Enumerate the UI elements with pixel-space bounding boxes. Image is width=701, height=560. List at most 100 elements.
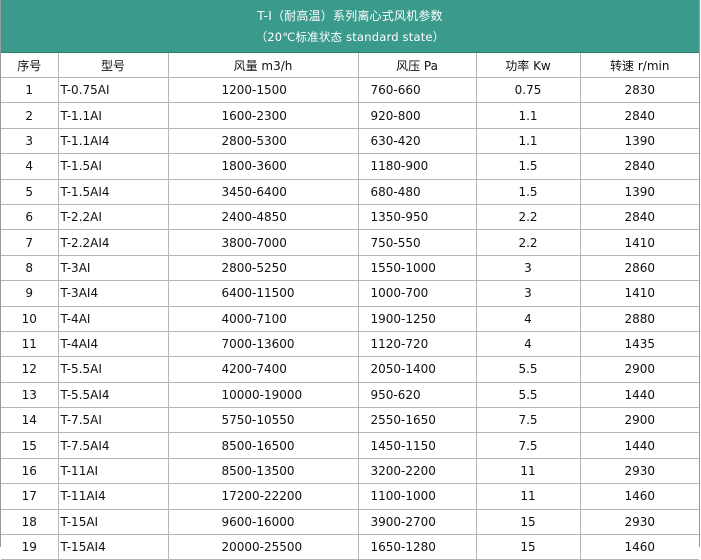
table-row: 4 T-1.5AI 1800-3600 1180-900 1.5 2840 <box>1 153 699 180</box>
cell-pressure: 750-550 <box>357 229 477 256</box>
table-row: 3 T-1.1AI4 2800-5300 630-420 1.1 1390 <box>1 127 699 155</box>
column-header-pressure: 风压 Pa <box>357 53 477 78</box>
cell-index: 3 <box>1 127 59 155</box>
cell-model: T-4AI <box>57 305 169 332</box>
cell-airflow: 8500-16500 <box>167 432 359 459</box>
cell-speed: 2840 <box>579 203 699 231</box>
table-row: 15 T-7.5AI4 8500-16500 1450-1150 7.5 1440 <box>1 432 699 459</box>
cell-airflow: 4000-7100 <box>167 305 359 332</box>
cell-index: 8 <box>1 254 59 282</box>
cell-index: 15 <box>1 432 59 459</box>
table-row: 1 T-0.75AI 1200-1500 760-660 0.75 2830 <box>1 76 699 104</box>
cell-model: T-0.75AI <box>57 76 169 104</box>
column-header-speed: 转速 r/min <box>579 53 699 78</box>
cell-power: 1.1 <box>475 102 581 129</box>
cell-airflow: 4200-7400 <box>167 356 359 383</box>
fan-parameter-sheet: T-I（耐高温）系列离心式风机参数 （20℃标准状态 standard stat… <box>0 0 700 560</box>
cell-index: 16 <box>1 457 59 485</box>
cell-model: T-1.5AI4 <box>57 178 169 205</box>
cell-airflow: 7000-13600 <box>167 330 359 358</box>
sheet-title: T-I（耐高温）系列离心式风机参数 <box>257 9 443 23</box>
cell-speed: 1440 <box>579 381 699 409</box>
cell-speed: 1440 <box>579 432 699 459</box>
cell-model: T-2.2AI <box>57 203 169 231</box>
cell-speed: 2900 <box>579 407 699 434</box>
cell-pressure: 1000-700 <box>357 280 477 307</box>
cell-index: 5 <box>1 178 59 205</box>
cell-speed: 2900 <box>579 356 699 383</box>
cell-power: 2.2 <box>475 229 581 256</box>
table-row: 16 T-11AI 8500-13500 3200-2200 11 2930 <box>1 457 699 485</box>
sheet-subtitle: （20℃标准状态 standard state） <box>255 30 445 44</box>
cell-speed: 1410 <box>579 229 699 256</box>
cell-model: T-15AI <box>57 508 169 536</box>
cell-index: 12 <box>1 356 59 383</box>
cell-model: T-1.5AI <box>57 153 169 180</box>
cell-power: 3 <box>475 280 581 307</box>
cell-pressure: 630-420 <box>357 127 477 155</box>
cell-speed: 2840 <box>579 102 699 129</box>
cell-airflow: 8500-13500 <box>167 457 359 485</box>
cell-airflow: 1200-1500 <box>167 76 359 104</box>
table-row: 5 T-1.5AI4 3450-6400 680-480 1.5 1390 <box>1 178 699 205</box>
cell-model: T-3AI <box>57 254 169 282</box>
table-row: 14 T-7.5AI 5750-10550 2550-1650 7.5 2900 <box>1 407 699 434</box>
cell-index: 19 <box>1 534 59 560</box>
cell-power: 0.75 <box>475 76 581 104</box>
cell-model: T-2.2AI4 <box>57 229 169 256</box>
cell-pressure: 3200-2200 <box>357 457 477 485</box>
cell-airflow: 1600-2300 <box>167 102 359 129</box>
cell-index: 7 <box>1 229 59 256</box>
cell-pressure: 680-480 <box>357 178 477 205</box>
table-row: 17 T-11AI4 17200-22200 1100-1000 11 1460 <box>1 483 699 510</box>
cell-power: 3 <box>475 254 581 282</box>
cell-speed: 2930 <box>579 508 699 536</box>
cell-speed: 1435 <box>579 330 699 358</box>
cell-pressure: 1550-1000 <box>357 254 477 282</box>
cell-index: 14 <box>1 407 59 434</box>
cell-airflow: 1800-3600 <box>167 153 359 180</box>
cell-airflow: 9600-16000 <box>167 508 359 536</box>
cell-power: 7.5 <box>475 432 581 459</box>
cell-power: 11 <box>475 457 581 485</box>
cell-power: 5.5 <box>475 381 581 409</box>
table-row: 6 T-2.2AI 2400-4850 1350-950 2.2 2840 <box>1 203 699 231</box>
cell-pressure: 3900-2700 <box>357 508 477 536</box>
column-header-index: 序号 <box>1 53 59 78</box>
cell-index: 13 <box>1 381 59 409</box>
cell-index: 2 <box>1 102 59 129</box>
cell-pressure: 1180-900 <box>357 153 477 180</box>
cell-power: 7.5 <box>475 407 581 434</box>
cell-airflow: 6400-11500 <box>167 280 359 307</box>
cell-model: T-7.5AI4 <box>57 432 169 459</box>
title-band: T-I（耐高温）系列离心式风机参数 （20℃标准状态 standard stat… <box>1 0 699 53</box>
cell-pressure: 1450-1150 <box>357 432 477 459</box>
cell-model: T-1.1AI <box>57 102 169 129</box>
cell-index: 18 <box>1 508 59 536</box>
cell-airflow: 2800-5300 <box>167 127 359 155</box>
cell-model: T-11AI4 <box>57 483 169 510</box>
table-row: 13 T-5.5AI4 10000-19000 950-620 5.5 1440 <box>1 381 699 409</box>
cell-power: 1.1 <box>475 127 581 155</box>
cell-pressure: 950-620 <box>357 381 477 409</box>
cell-index: 10 <box>1 305 59 332</box>
cell-model: T-1.1AI4 <box>57 127 169 155</box>
cell-model: T-5.5AI4 <box>57 381 169 409</box>
cell-speed: 1460 <box>579 534 699 560</box>
cell-pressure: 1650-1280 <box>357 534 477 560</box>
cell-pressure: 1100-1000 <box>357 483 477 510</box>
cell-airflow: 20000-25500 <box>167 534 359 560</box>
table-row: 9 T-3AI4 6400-11500 1000-700 3 1410 <box>1 280 699 307</box>
cell-pressure: 1120-720 <box>357 330 477 358</box>
cell-speed: 1460 <box>579 483 699 510</box>
cell-pressure: 1900-1250 <box>357 305 477 332</box>
table-header-row: 序号 型号 风量 m3/h 风压 Pa 功率 Kw 转速 r/min <box>1 53 699 78</box>
cell-index: 9 <box>1 280 59 307</box>
cell-index: 1 <box>1 76 59 104</box>
cell-airflow: 3800-7000 <box>167 229 359 256</box>
cell-speed: 2930 <box>579 457 699 485</box>
cell-index: 4 <box>1 153 59 180</box>
cell-airflow: 10000-19000 <box>167 381 359 409</box>
table-body: 1 T-0.75AI 1200-1500 760-660 0.75 2830 2 T-1.1A… <box>1 76 699 560</box>
cell-power: 15 <box>475 534 581 560</box>
